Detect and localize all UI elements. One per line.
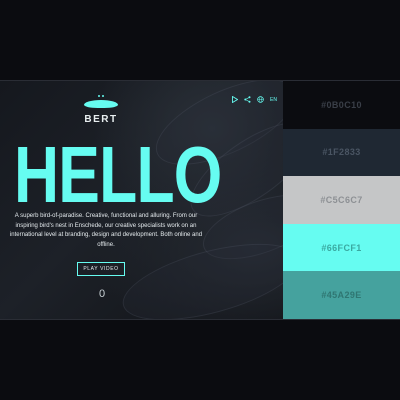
slide-counter: 0 <box>98 288 106 300</box>
palette-swatch: #66FCF1 <box>283 223 400 272</box>
language-toggle[interactable]: EN <box>270 97 277 103</box>
color-palette: #0B0C10 #1F2833 #C5C6C7 #66FCF1 #45A29E <box>283 81 400 319</box>
palette-swatch: #1F2833 <box>283 128 400 177</box>
play-video-button[interactable]: PLAY VIDEO <box>77 262 125 276</box>
hero-description: A superb bird-of-paradise. Creative, fun… <box>9 213 203 248</box>
bird-logo-icon <box>84 100 118 108</box>
logo-eyes <box>83 95 119 100</box>
share-icon[interactable] <box>244 96 251 103</box>
globe-icon[interactable] <box>257 96 264 103</box>
palette-swatch: #0B0C10 <box>283 81 400 129</box>
palette-swatch: #C5C6C7 <box>283 176 400 224</box>
hero-heading: HELLO <box>14 130 222 219</box>
top-nav-icons: EN <box>232 96 277 103</box>
logo-text: BERT <box>84 114 118 125</box>
showcase-frame: BERT EN HELLO A superb bird-of-paradise.… <box>0 80 400 320</box>
play-icon[interactable] <box>232 96 238 103</box>
palette-swatch: #45A29E <box>283 271 400 319</box>
hero-section: BERT EN HELLO A superb bird-of-paradise.… <box>0 81 283 319</box>
logo[interactable]: BERT <box>83 95 119 125</box>
